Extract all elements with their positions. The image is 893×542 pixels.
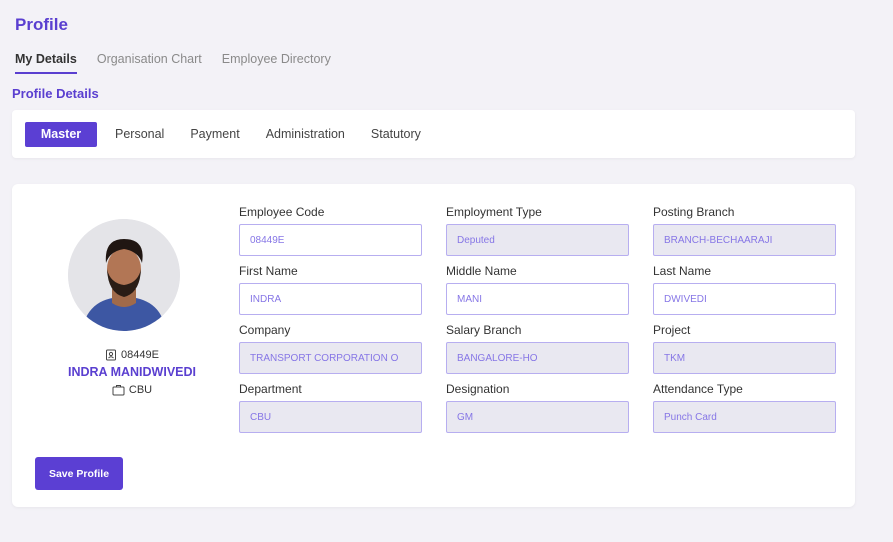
field-first-name: First Name xyxy=(239,264,422,315)
employment-type-input xyxy=(446,224,629,256)
subtab-payment[interactable]: Payment xyxy=(182,121,247,147)
field-label: Last Name xyxy=(653,264,712,278)
salary-branch-input xyxy=(446,342,629,374)
project-input xyxy=(653,342,836,374)
field-label: Company xyxy=(239,323,291,337)
field-attendance-type: Attendance Type xyxy=(653,382,836,433)
profile-employee-code: 08449E xyxy=(121,349,159,361)
field-posting-branch: Posting Branch xyxy=(653,205,836,256)
attendance-type-input xyxy=(653,401,836,433)
employee-code-input[interactable] xyxy=(239,224,422,256)
profile-name: INDRA MANIDWIVEDI xyxy=(67,365,196,379)
field-label: Designation xyxy=(446,382,510,396)
subtab-administration[interactable]: Administration xyxy=(258,121,353,147)
briefcase-icon xyxy=(112,384,125,396)
field-label: Employee Code xyxy=(239,205,325,219)
profile-department: CBU xyxy=(128,384,153,396)
sub-tabs-bar: Master Personal Payment Administration S… xyxy=(12,110,855,158)
field-label: Attendance Type xyxy=(653,382,743,396)
field-company: Company xyxy=(239,323,422,374)
subtab-personal[interactable]: Personal xyxy=(107,121,172,147)
employee-code-line: 08449E xyxy=(32,349,232,361)
tab-employee-directory[interactable]: Employee Directory xyxy=(222,52,331,74)
field-label: Salary Branch xyxy=(446,323,522,337)
save-profile-button[interactable]: Save Profile xyxy=(35,457,123,490)
department-input xyxy=(239,401,422,433)
field-designation: Designation xyxy=(446,382,629,433)
middle-name-input[interactable] xyxy=(446,283,629,315)
tab-my-details[interactable]: My Details xyxy=(15,52,77,74)
field-project: Project xyxy=(653,323,836,374)
profile-summary: 08449E INDRA MANIDWIVEDI CBU xyxy=(32,349,232,396)
avatar xyxy=(68,219,180,331)
profile-form: Employee Code Employment Type Posting Br… xyxy=(239,205,836,433)
field-employment-type: Employment Type xyxy=(446,205,629,256)
department-line: CBU xyxy=(32,384,232,396)
designation-input xyxy=(446,401,629,433)
avatar-photo-icon xyxy=(68,219,180,331)
top-tabs: My Details Organisation Chart Employee D… xyxy=(15,52,331,74)
field-employee-code: Employee Code xyxy=(239,205,422,256)
field-label: First Name xyxy=(239,264,298,278)
company-input xyxy=(239,342,422,374)
subtab-master[interactable]: Master xyxy=(25,121,97,147)
last-name-input[interactable] xyxy=(653,283,836,315)
id-badge-icon xyxy=(105,349,117,361)
field-label: Employment Type xyxy=(446,205,542,219)
field-label: Middle Name xyxy=(446,264,517,278)
field-salary-branch: Salary Branch xyxy=(446,323,629,374)
field-middle-name: Middle Name xyxy=(446,264,629,315)
tab-organisation-chart[interactable]: Organisation Chart xyxy=(97,52,202,74)
section-title: Profile Details xyxy=(12,86,99,101)
field-label: Project xyxy=(653,323,691,337)
field-last-name: Last Name xyxy=(653,264,836,315)
page-title: Profile xyxy=(15,15,68,34)
field-label: Posting Branch xyxy=(653,205,735,219)
posting-branch-input xyxy=(653,224,836,256)
first-name-input[interactable] xyxy=(239,283,422,315)
profile-card: 08449E INDRA MANIDWIVEDI CBU Employee Co… xyxy=(12,184,855,507)
field-department: Department xyxy=(239,382,422,433)
subtab-statutory[interactable]: Statutory xyxy=(363,121,429,147)
field-label: Department xyxy=(239,382,302,396)
